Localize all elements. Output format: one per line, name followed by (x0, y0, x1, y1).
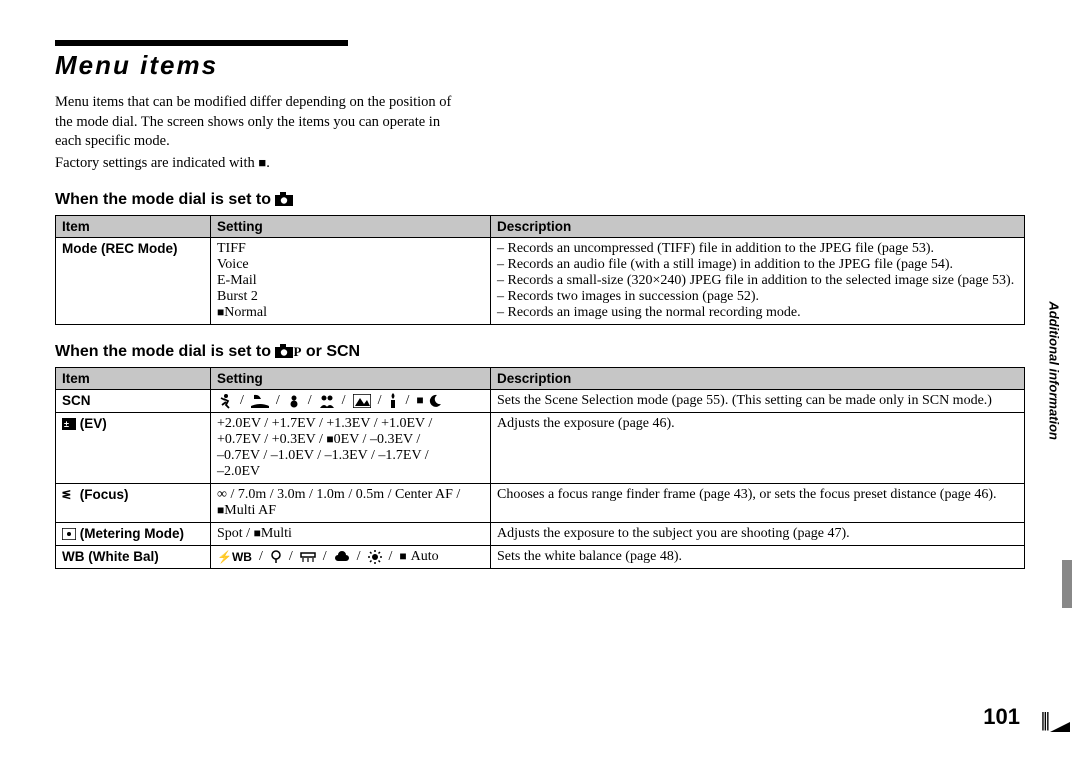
section1-heading: When the mode dial is set to (55, 191, 1025, 209)
row-desc: Sets the Scene Selection mode (page 55).… (491, 390, 1025, 413)
row-setting: / / / / / / (211, 390, 491, 413)
person-run-icon (217, 393, 233, 409)
square-icon (399, 549, 406, 565)
row-setting: TIFF Voice E-Mail Burst 2 Normal (211, 238, 491, 325)
intro-text: Menu items that can be modified differ d… (55, 93, 1025, 173)
beach-icon (251, 394, 269, 408)
sun-icon (368, 550, 382, 564)
row-item: ± (EV) (56, 413, 211, 484)
table-section2: Item Setting Description SCN / / / / / / (55, 367, 1025, 569)
row-item: WB (White Bal) (56, 546, 211, 569)
page-number: 101 (983, 704, 1020, 730)
row-item: (Metering Mode) (56, 523, 211, 546)
table-row: (Metering Mode) Spot / Multi Adjusts the… (56, 523, 1025, 546)
svg-text:±: ± (64, 419, 69, 429)
square-icon (416, 393, 423, 409)
table-row: SCN / / / / / / Sets the Scene Selection… (56, 390, 1025, 413)
col-item: Item (56, 216, 211, 238)
intro-p1: Menu items that can be modified differ d… (55, 93, 455, 152)
landscape-icon (353, 394, 371, 408)
ev-icon: ± (62, 418, 76, 430)
col-setting: Setting (211, 368, 491, 390)
side-tab-label: Additional information (1047, 301, 1062, 440)
camera-icon (275, 192, 293, 206)
row-setting: ⚡WB / / / / / Auto (211, 546, 491, 569)
row-item: SCN (56, 390, 211, 413)
table-row: ᓬ (Focus) ∞ / 7.0m / 3.0m / 1.0m / 0.5m … (56, 484, 1025, 523)
people-icon (319, 394, 335, 408)
row-setting: Spot / Multi (211, 523, 491, 546)
row-item: Mode (REC Mode) (56, 238, 211, 325)
row-desc: Sets the white balance (page 48). (491, 546, 1025, 569)
row-item: ᓬ (Focus) (56, 484, 211, 523)
col-setting: Setting (211, 216, 491, 238)
table-row: WB (White Bal) ⚡WB / / / / / Auto Sets t… (56, 546, 1025, 569)
col-desc: Description (491, 368, 1025, 390)
candle-icon (388, 393, 398, 409)
square-icon (326, 432, 333, 447)
corner-decoration: ||| (1041, 709, 1070, 732)
page-title: Menu items (55, 50, 1025, 81)
row-desc: Chooses a focus range finder frame (page… (491, 484, 1025, 523)
camera-icon (275, 344, 293, 358)
moon-icon (428, 394, 442, 408)
snow-icon (287, 394, 301, 408)
cloud-icon (334, 551, 350, 563)
row-desc: Adjusts the exposure to the subject you … (491, 523, 1025, 546)
incandescent-icon (270, 550, 282, 564)
row-desc: Records an uncompressed (TIFF) file in a… (491, 238, 1025, 325)
square-icon (254, 526, 261, 541)
table-row: Mode (REC Mode) TIFF Voice E-Mail Burst … (56, 238, 1025, 325)
focus-icon: ᓬ (62, 489, 76, 501)
svg-text:ᓬ: ᓬ (62, 489, 71, 501)
row-setting: +2.0EV / +1.7EV / +1.3EV / +1.0EV / +0.7… (211, 413, 491, 484)
col-item: Item (56, 368, 211, 390)
row-setting: ∞ / 7.0m / 3.0m / 1.0m / 0.5m / Center A… (211, 484, 491, 523)
table-section1: Item Setting Description Mode (REC Mode)… (55, 215, 1025, 325)
side-tab-mark (1062, 560, 1072, 608)
fluorescent-icon (300, 551, 316, 563)
table-row: ± (EV) +2.0EV / +1.7EV / +1.3EV / +1.0EV… (56, 413, 1025, 484)
metering-icon (62, 528, 76, 540)
col-desc: Description (491, 216, 1025, 238)
section2-heading: When the mode dial is set to P or SCN (55, 343, 1025, 361)
row-desc: Adjusts the exposure (page 46). (491, 413, 1025, 484)
intro-p2: Factory settings are indicated with . (55, 154, 455, 174)
